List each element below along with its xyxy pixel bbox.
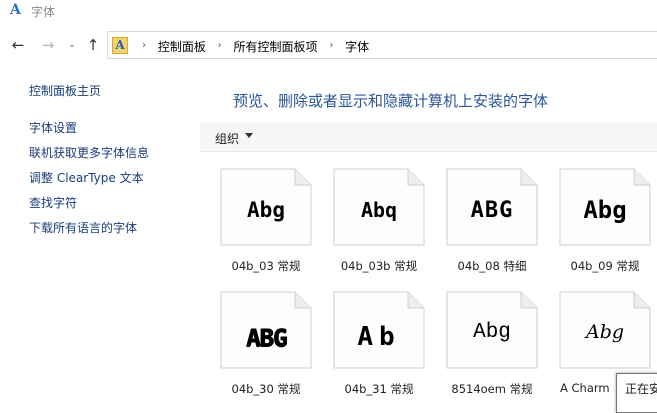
font-preview: ABG	[470, 198, 514, 223]
navigation-bar: ← → ⌄ ↑ A › 控制面板 › 所有控制面板项 › 字体	[0, 30, 657, 60]
breadcrumb-separator-icon[interactable]: ›	[142, 38, 146, 54]
font-preview: Abq	[360, 198, 398, 222]
font-tile[interactable]: Abg 04b_09 常规	[557, 168, 653, 280]
forward-arrow-icon[interactable]: →	[40, 36, 56, 54]
font-tile[interactable]: Ab 04b_31 常规	[331, 291, 427, 403]
title-bar: A 字体	[0, 0, 657, 22]
font-tile[interactable]: ABG 04b_08 特细	[444, 168, 540, 280]
sidebar-item-get-more-fonts-online[interactable]: 联机获取更多字体信息	[29, 144, 149, 161]
window-title: 字体	[31, 5, 56, 19]
left-task-pane: 控制面板主页 字体设置 联机获取更多字体信息 调整 ClearType 文本 查…	[0, 70, 200, 406]
font-file-icon: ABG	[220, 291, 312, 369]
up-arrow-icon[interactable]: ↑	[85, 36, 101, 54]
sidebar-item-download-all-language-fonts[interactable]: 下载所有语言的字体	[29, 219, 137, 236]
breadcrumb-all-items[interactable]: 所有控制面板项	[234, 38, 318, 55]
breadcrumb-separator-icon[interactable]: ›	[218, 38, 222, 54]
font-file-icon: Abg	[559, 168, 651, 246]
fonts-folder-icon: A	[112, 37, 128, 54]
breadcrumb-separator-icon[interactable]: ›	[329, 38, 333, 54]
command-bar: 组织	[200, 122, 657, 152]
sidebar-item-control-panel-home[interactable]: 控制面板主页	[29, 82, 101, 99]
font-tile[interactable]: Abq 04b_03b 常规	[331, 168, 427, 280]
font-name: 04b_03 常规	[231, 259, 301, 273]
font-preview: Abg	[473, 321, 511, 344]
font-file-icon: ABG	[446, 168, 538, 246]
font-file-icon: Abg	[559, 291, 651, 369]
recent-locations-chevron-icon[interactable]: ⌄	[64, 36, 80, 54]
font-name: 8514oem 常规	[451, 382, 533, 396]
fonts-folder-icon: A	[10, 2, 21, 18]
font-tile[interactable]: Abg 04b_03 常规	[218, 168, 314, 280]
chevron-down-icon[interactable]	[245, 133, 253, 138]
font-name: 04b_31 常规	[344, 382, 414, 396]
page-title: 预览、删除或者显示和隐藏计算机上安装的字体	[233, 92, 549, 110]
font-preview: Ab	[357, 322, 401, 352]
breadcrumb-control-panel[interactable]: 控制面板	[158, 38, 206, 55]
sidebar-item-find-character[interactable]: 查找字符	[29, 194, 77, 211]
font-name: 04b_30 常规	[231, 382, 301, 396]
address-bar[interactable]: A › 控制面板 › 所有控制面板项 › 字体	[107, 31, 657, 59]
font-file-icon: Abq	[333, 168, 425, 246]
sidebar-item-adjust-cleartype[interactable]: 调整 ClearType 文本	[29, 169, 144, 186]
breadcrumb: › 控制面板 › 所有控制面板项 › 字体	[134, 38, 369, 54]
install-status-popup: 正在安	[616, 373, 657, 413]
font-file-icon: Ab	[333, 291, 425, 369]
font-preview: Abg	[247, 198, 285, 222]
font-file-icon: Abg	[446, 291, 538, 369]
font-preview: ABG	[245, 324, 287, 352]
font-preview: Abg	[583, 196, 627, 224]
font-preview: Abg	[585, 321, 625, 343]
font-file-icon: Abg	[220, 168, 312, 246]
status-text: 正在安	[625, 382, 657, 396]
sidebar-item-font-settings[interactable]: 字体设置	[29, 119, 77, 136]
font-tile[interactable]: Abg 8514oem 常规	[444, 291, 540, 403]
font-name: 04b_03b 常规	[340, 259, 418, 273]
breadcrumb-fonts[interactable]: 字体	[345, 38, 369, 55]
organize-button[interactable]: 组织	[215, 130, 239, 147]
font-tile[interactable]: ABG 04b_30 常规	[218, 291, 314, 403]
font-name: 04b_08 特细	[457, 259, 527, 273]
font-name: 04b_09 常规	[570, 259, 640, 273]
back-arrow-icon[interactable]: ←	[10, 36, 26, 54]
